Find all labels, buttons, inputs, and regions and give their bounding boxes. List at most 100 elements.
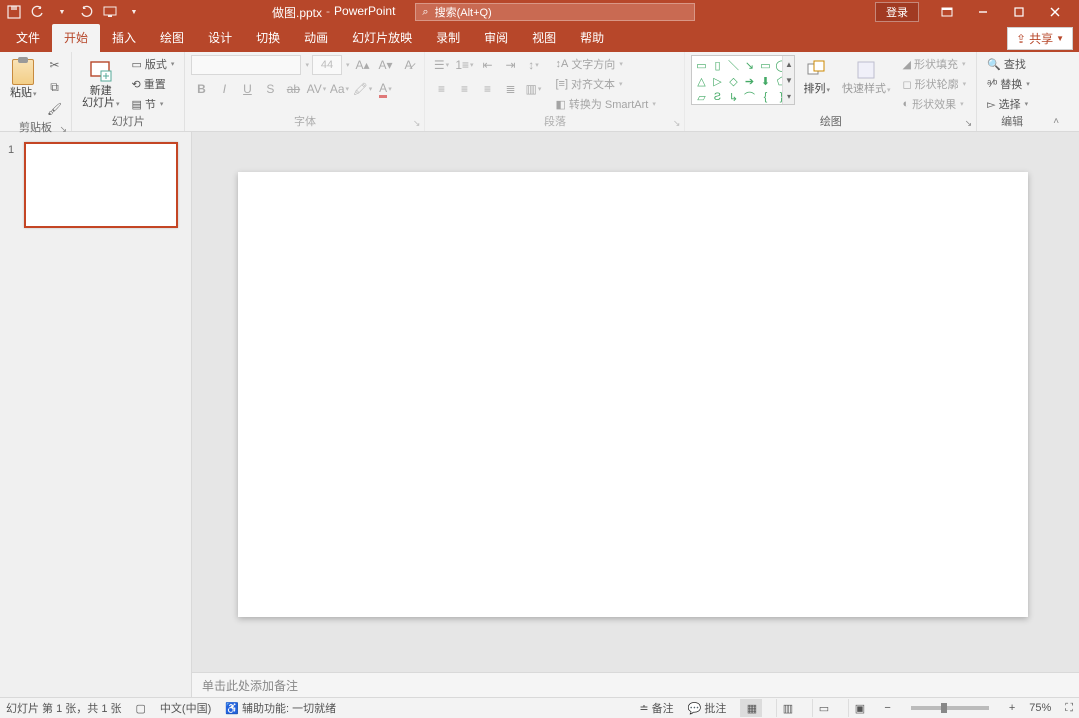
underline-button[interactable]: U bbox=[237, 79, 257, 99]
dialog-launcher-icon[interactable]: ↘ bbox=[413, 118, 421, 129]
increase-indent-button[interactable]: ⇥ bbox=[500, 55, 520, 75]
maximize-icon[interactable] bbox=[1001, 0, 1037, 24]
tab-slideshow[interactable]: 幻灯片放映 bbox=[340, 24, 424, 52]
search-box[interactable]: ⌕ 搜索(Alt+Q) bbox=[415, 3, 695, 21]
font-family-dropdown[interactable] bbox=[191, 55, 301, 75]
undo-dropdown-icon[interactable]: ▼ bbox=[54, 4, 70, 20]
select-button[interactable]: ▻选择▾ bbox=[983, 95, 1034, 113]
zoom-in-button[interactable]: + bbox=[1009, 702, 1015, 714]
char-spacing-button[interactable]: AV▾ bbox=[306, 79, 326, 99]
gallery-up-icon[interactable]: ▲ bbox=[783, 56, 794, 72]
tab-help[interactable]: 帮助 bbox=[568, 24, 616, 52]
reset-button[interactable]: ⟲重置 bbox=[128, 75, 179, 93]
shape-rarrowbig-icon[interactable]: ➔ bbox=[742, 74, 756, 88]
slide-thumbnail-1[interactable] bbox=[24, 142, 178, 228]
align-left-button[interactable]: ≡ bbox=[431, 79, 451, 99]
change-case-button[interactable]: Aa▾ bbox=[329, 79, 349, 99]
italic-button[interactable]: I bbox=[214, 79, 234, 99]
slide-canvas[interactable] bbox=[238, 172, 1028, 617]
slide-info[interactable]: 幻灯片 第 1 张，共 1 张 bbox=[6, 700, 122, 716]
tab-home[interactable]: 开始 bbox=[52, 24, 100, 52]
shape-arrow-icon[interactable]: ↘ bbox=[742, 58, 756, 72]
chevron-down-icon[interactable]: ▾ bbox=[305, 61, 309, 69]
arrange-button[interactable]: 排列▾ bbox=[799, 55, 834, 99]
format-painter-button[interactable]: 🖌 bbox=[45, 99, 65, 119]
login-button[interactable]: 登录 bbox=[875, 2, 919, 22]
shape-outline-button[interactable]: ◻形状轮廓▾ bbox=[899, 75, 971, 93]
reading-view-button[interactable]: ▭ bbox=[812, 699, 834, 717]
copy-button[interactable]: ⧉ bbox=[45, 77, 65, 97]
redo-icon[interactable] bbox=[78, 4, 94, 20]
increase-font-button[interactable]: A▴ bbox=[352, 55, 372, 75]
chevron-down-icon[interactable]: ▾ bbox=[346, 61, 350, 69]
shape-triangle-icon[interactable]: △ bbox=[694, 74, 708, 88]
shape-vtextbox-icon[interactable]: ▯ bbox=[710, 58, 724, 72]
tab-file[interactable]: 文件 bbox=[4, 24, 52, 52]
bold-button[interactable]: B bbox=[191, 79, 211, 99]
tab-insert[interactable]: 插入 bbox=[100, 24, 148, 52]
language-status[interactable]: 中文(中国) bbox=[160, 700, 211, 716]
shape-rect-icon[interactable]: ▭ bbox=[758, 58, 772, 72]
paste-button[interactable]: 粘贴▾ bbox=[6, 55, 41, 103]
shape-fill-button[interactable]: ◢形状填充▾ bbox=[899, 55, 971, 73]
normal-view-button[interactable]: ▦ bbox=[740, 699, 762, 717]
accessibility-status[interactable]: ♿ 辅助功能: 一切就绪 bbox=[225, 700, 336, 716]
collapse-ribbon-icon[interactable]: ˄ bbox=[1047, 52, 1065, 131]
tab-transitions[interactable]: 切换 bbox=[244, 24, 292, 52]
close-icon[interactable] bbox=[1037, 0, 1073, 24]
notes-toggle[interactable]: ≐ 备注 bbox=[639, 700, 673, 716]
shape-connector-icon[interactable]: ↳ bbox=[726, 90, 740, 104]
zoom-out-button[interactable]: − bbox=[884, 702, 890, 714]
dialog-launcher-icon[interactable]: ↘ bbox=[673, 118, 681, 129]
shape-diamond-icon[interactable]: ◇ bbox=[726, 74, 740, 88]
new-slide-button[interactable]: 新建幻灯片▾ bbox=[78, 55, 124, 113]
shape-brace-icon[interactable]: { bbox=[758, 90, 772, 104]
shape-arc-icon[interactable]: ⌒ bbox=[742, 90, 756, 104]
contextual-spelling-icon[interactable]: ▢ bbox=[136, 702, 146, 715]
tab-animations[interactable]: 动画 bbox=[292, 24, 340, 52]
highlight-button[interactable]: 🖍▾ bbox=[352, 79, 372, 99]
decrease-font-button[interactable]: A▾ bbox=[375, 55, 395, 75]
bullets-button[interactable]: ☰▾ bbox=[431, 55, 451, 75]
notes-pane[interactable]: 单击此处添加备注 bbox=[192, 672, 1079, 697]
clear-formatting-button[interactable]: A̷ bbox=[398, 55, 418, 75]
text-direction-button[interactable]: ↕A文字方向▾ bbox=[551, 55, 659, 73]
tab-view[interactable]: 视图 bbox=[520, 24, 568, 52]
slide-sorter-view-button[interactable]: ▥ bbox=[776, 699, 798, 717]
save-icon[interactable] bbox=[6, 4, 22, 20]
tab-draw[interactable]: 绘图 bbox=[148, 24, 196, 52]
tab-review[interactable]: 审阅 bbox=[472, 24, 520, 52]
undo-icon[interactable] bbox=[30, 4, 46, 20]
gallery-down-icon[interactable]: ▼ bbox=[783, 72, 794, 88]
share-button[interactable]: ⇪ 共享 ▼ bbox=[1007, 27, 1073, 50]
tab-design[interactable]: 设计 bbox=[196, 24, 244, 52]
quick-styles-button[interactable]: 快速样式▾ bbox=[838, 55, 895, 99]
dialog-launcher-icon[interactable]: ↘ bbox=[965, 118, 973, 129]
font-color-button[interactable]: A▾ bbox=[375, 79, 395, 99]
numbering-button[interactable]: 1≡▾ bbox=[454, 55, 474, 75]
from-beginning-icon[interactable] bbox=[102, 4, 118, 20]
zoom-level[interactable]: 75% bbox=[1029, 702, 1051, 714]
layout-button[interactable]: ▭版式▾ bbox=[128, 55, 179, 73]
fit-to-window-button[interactable]: ⛶ bbox=[1065, 702, 1073, 715]
dialog-launcher-icon[interactable]: ↘ bbox=[59, 124, 67, 135]
shape-textbox-icon[interactable]: ▭ bbox=[694, 58, 708, 72]
section-button[interactable]: ▤节▾ bbox=[128, 95, 179, 113]
zoom-slider[interactable] bbox=[911, 706, 989, 710]
ribbon-display-options-icon[interactable] bbox=[929, 0, 965, 24]
tab-record[interactable]: 录制 bbox=[424, 24, 472, 52]
align-text-button[interactable]: [≡]对齐文本▾ bbox=[551, 75, 659, 93]
line-spacing-button[interactable]: ↕▾ bbox=[523, 55, 543, 75]
zoom-slider-thumb[interactable] bbox=[941, 703, 947, 713]
shape-effects-button[interactable]: ◐形状效果▾ bbox=[899, 95, 971, 113]
shape-downarrow-icon[interactable]: ⬇ bbox=[758, 74, 772, 88]
cut-button[interactable]: ✂ bbox=[45, 55, 65, 75]
slideshow-view-button[interactable]: ▣ bbox=[848, 699, 870, 717]
gallery-more-icon[interactable]: ▾ bbox=[783, 88, 794, 104]
decrease-indent-button[interactable]: ⇤ bbox=[477, 55, 497, 75]
replace-button[interactable]: ᵃ⁄ᵇ替换▾ bbox=[983, 75, 1034, 93]
minimize-icon[interactable] bbox=[965, 0, 1001, 24]
comments-toggle[interactable]: 💬 批注 bbox=[688, 700, 727, 716]
align-right-button[interactable]: ≡ bbox=[477, 79, 497, 99]
find-button[interactable]: 🔍查找 bbox=[983, 55, 1034, 73]
